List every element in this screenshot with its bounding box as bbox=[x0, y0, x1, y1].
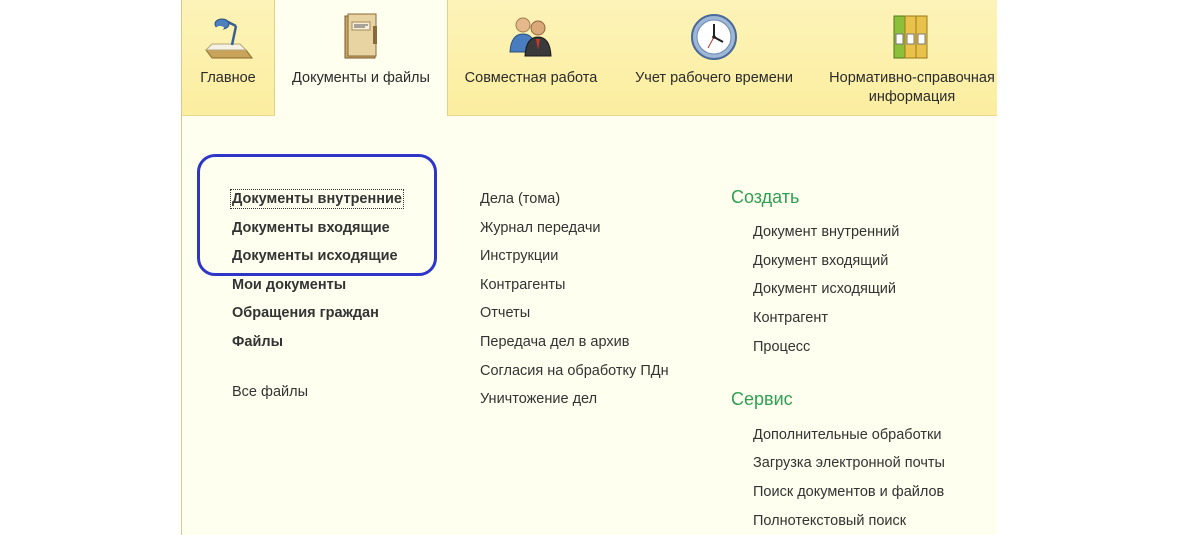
link-reports[interactable]: Отчеты bbox=[480, 305, 530, 321]
create-incoming-document[interactable]: Документ входящий bbox=[753, 253, 888, 269]
tab-reference-info[interactable]: Нормативно-справочная информация bbox=[812, 0, 997, 115]
link-pdn-consents[interactable]: Согласия на обработку ПДн bbox=[480, 363, 669, 379]
create-counterparty[interactable]: Контрагент bbox=[753, 310, 828, 326]
tab-time-tracking[interactable]: Учет рабочего времени bbox=[616, 0, 812, 115]
link-citizen-appeals[interactable]: Обращения граждан bbox=[232, 305, 379, 321]
highlight-frame bbox=[197, 154, 437, 276]
tab-collaboration-label: Совместная работа bbox=[464, 70, 598, 86]
service-search-documents[interactable]: Поиск документов и файлов bbox=[753, 484, 944, 500]
service-email-loading[interactable]: Загрузка электронной почты bbox=[753, 455, 945, 471]
link-counterparties[interactable]: Контрагенты bbox=[480, 277, 565, 293]
link-files[interactable]: Файлы bbox=[232, 334, 283, 350]
link-all-files[interactable]: Все файлы bbox=[232, 384, 308, 400]
link-cases-volumes[interactable]: Дела (тома) bbox=[480, 191, 560, 207]
link-archive-transfer[interactable]: Передача дел в архив bbox=[480, 334, 629, 350]
link-my-documents[interactable]: Мои документы bbox=[232, 277, 346, 293]
service-additional-processing[interactable]: Дополнительные обработки bbox=[753, 427, 941, 443]
tab-reference-info-label: Нормативно-справочная информация bbox=[829, 70, 995, 105]
create-process[interactable]: Процесс bbox=[753, 339, 810, 355]
tab-collaboration[interactable]: Совместная работа bbox=[446, 0, 616, 115]
tab-documents-and-files-label: Документы и файлы bbox=[292, 70, 430, 86]
create-outgoing-document[interactable]: Документ исходящий bbox=[753, 281, 896, 297]
tab-time-tracking-label: Учет рабочего времени bbox=[635, 70, 793, 86]
section-service-title: Сервис bbox=[731, 389, 793, 409]
section-tabbar: Главное Документы и файлы Совместная раб… bbox=[182, 0, 997, 116]
link-transfer-journal[interactable]: Журнал передачи bbox=[480, 220, 601, 236]
clock-icon bbox=[691, 14, 737, 60]
tab-main[interactable]: Главное bbox=[182, 0, 274, 115]
binders-icon bbox=[893, 15, 928, 59]
link-instructions[interactable]: Инструкции bbox=[480, 248, 558, 264]
document-folder-icon bbox=[344, 13, 377, 59]
create-internal-document[interactable]: Документ внутренний bbox=[753, 224, 899, 240]
desk-lamp-icon bbox=[204, 18, 253, 59]
section-create-title: Создать bbox=[731, 187, 800, 207]
tab-documents-and-files[interactable]: Документы и файлы bbox=[274, 0, 448, 116]
app-window: Главное Документы и файлы Совместная раб… bbox=[181, 0, 997, 535]
link-case-destruction[interactable]: Уничтожение дел bbox=[480, 391, 597, 407]
tab-main-label: Главное bbox=[200, 70, 256, 86]
service-fulltext-search[interactable]: Полнотекстовый поиск bbox=[753, 513, 906, 529]
people-icon bbox=[509, 17, 552, 57]
